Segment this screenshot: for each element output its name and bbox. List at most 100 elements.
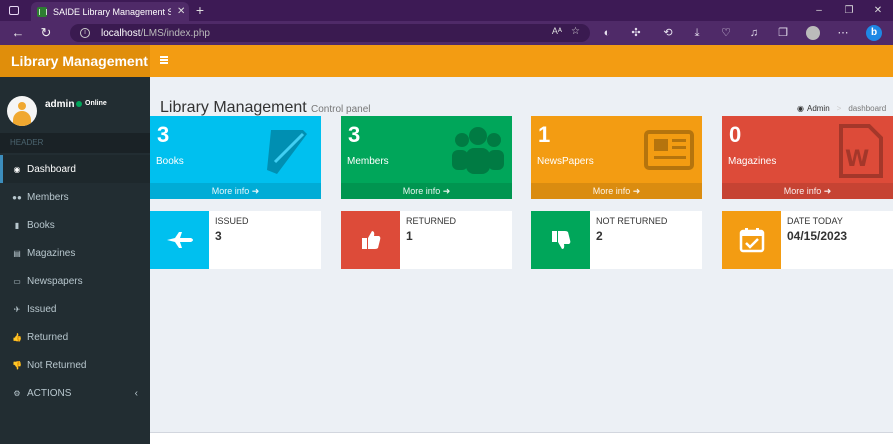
- refresh-icon[interactable]: ↻: [37, 24, 55, 42]
- favorite-star-icon[interactable]: ☆: [571, 26, 580, 37]
- more-menu-icon[interactable]: ⋯: [835, 25, 851, 41]
- browser-tab-bar: SAIDE Library Management Syste ✕ + – ❐ ✕: [0, 0, 893, 21]
- stat-box-members: 3 Members More info ➜: [341, 116, 512, 199]
- stat-box-newspapers: 1 NewsPapers More info ➜: [531, 116, 702, 199]
- chevron-left-icon[interactable]: ‹: [135, 388, 138, 399]
- sidebar-header: HEADER: [0, 133, 150, 153]
- newspaper-icon: [640, 122, 696, 178]
- sidebar-item-dashboard[interactable]: ◉ Dashboard: [0, 155, 150, 183]
- thumbs-up-icon: [341, 211, 400, 269]
- thumbs-up-icon: 👍: [12, 332, 22, 342]
- page-title: Library Management: [160, 99, 307, 116]
- new-tab-button[interactable]: +: [193, 2, 207, 19]
- extension-icon[interactable]: ◐: [599, 25, 615, 41]
- download-icon[interactable]: ⤓: [689, 25, 705, 41]
- sidebar-item-books[interactable]: ▮ Books: [0, 211, 150, 239]
- stat-count: 3: [348, 122, 361, 147]
- bing-icon[interactable]: b: [866, 25, 882, 41]
- sidebar-item-returned[interactable]: 👍 Returned: [0, 323, 150, 351]
- users-icon: ●●: [12, 192, 22, 202]
- sidebar-item-issued[interactable]: ✈ Issued: [0, 295, 150, 323]
- user-name: admin: [45, 99, 75, 110]
- sidebar-toggle-icon[interactable]: [160, 56, 168, 64]
- breadcrumb-separator: >: [836, 104, 842, 113]
- sidebar-item-label: Not Returned: [27, 359, 87, 371]
- page-footer: [150, 432, 893, 444]
- file-icon: ▤: [13, 248, 21, 258]
- window-menu-icon[interactable]: [4, 2, 24, 19]
- history-icon[interactable]: ⟲: [660, 25, 676, 41]
- notifications-icon[interactable]: ♫: [746, 25, 762, 41]
- sidebar-item-actions[interactable]: ⚙ ACTIONS ‹: [0, 379, 150, 407]
- stat-count: 1: [538, 122, 551, 147]
- app-logo[interactable]: Library Management: [0, 45, 150, 77]
- health-icon[interactable]: ♡: [718, 25, 734, 41]
- sidebar-item-label: Newspapers: [27, 275, 83, 287]
- stat-label: NewsPapers: [537, 156, 594, 167]
- stat-box-magazines: 0 Magazines W More info ➜: [722, 116, 893, 199]
- dashboard-icon: ◉: [797, 104, 804, 113]
- profile-avatar[interactable]: [806, 26, 820, 40]
- stat-box-books: 3 Books More info ➜: [150, 116, 321, 199]
- user-status-label: Online: [85, 100, 107, 107]
- word-file-icon: W: [831, 122, 887, 178]
- info-box-not-returned: NOT RETURNED 2: [531, 211, 702, 269]
- info-value: 3: [215, 229, 222, 243]
- url-field[interactable]: i localhost /LMS/index.php Aᴬ ☆: [70, 24, 590, 42]
- sidebar-item-newspapers[interactable]: ▭ Newspapers: [0, 267, 150, 295]
- info-label: RETURNED: [406, 216, 457, 226]
- site-info-icon[interactable]: i: [80, 28, 90, 38]
- svg-text:W: W: [845, 147, 869, 172]
- more-info-link[interactable]: More info ➜: [341, 183, 512, 199]
- more-info-link[interactable]: More info ➜: [722, 183, 893, 199]
- info-value: 04/15/2023: [787, 229, 848, 243]
- sidebar-item-label: Books: [27, 219, 55, 231]
- sidebar-item-members[interactable]: ●● Members: [0, 183, 150, 211]
- info-label: NOT RETURNED: [596, 216, 668, 226]
- avatar: [7, 96, 37, 126]
- sidebar-item-magazines[interactable]: ▤ Magazines: [0, 239, 150, 267]
- info-box-issued: ISSUED 3: [150, 211, 321, 269]
- read-aloud-icon[interactable]: Aᴬ: [552, 26, 562, 36]
- stat-count: 0: [729, 122, 742, 147]
- tab-title: SAIDE Library Management Syste: [53, 6, 171, 17]
- plane-icon: [150, 211, 209, 269]
- stat-count: 3: [157, 122, 170, 147]
- close-window-button[interactable]: ✕: [863, 0, 893, 21]
- stat-label: Magazines: [728, 156, 777, 167]
- sidebar-item-label: Issued: [27, 303, 57, 315]
- thumbs-down-icon: 👎: [12, 360, 22, 370]
- back-icon[interactable]: ←: [9, 24, 27, 42]
- info-value: 2: [596, 229, 603, 243]
- sidebar: admin Online HEADER ◉ Dashboard ●● Members ▮…: [0, 77, 150, 444]
- info-box-returned: RETURNED 1: [341, 211, 512, 269]
- sidebar-item-label: ACTIONS: [27, 387, 72, 399]
- sidebar-item-label: Dashboard: [27, 163, 76, 175]
- restore-button[interactable]: ❐: [834, 0, 864, 21]
- breadcrumb-home[interactable]: Admin: [807, 104, 830, 113]
- tab-close-icon[interactable]: ✕: [177, 6, 185, 17]
- puzzle-icon[interactable]: ✣: [628, 25, 644, 41]
- top-navbar: [150, 45, 893, 77]
- info-box-date-today: DATE TODAY 04/15/2023: [722, 211, 893, 269]
- users-icon: [450, 122, 506, 178]
- sidebar-item-label: Magazines: [27, 247, 76, 259]
- breadcrumb-current: dashboard: [848, 104, 887, 113]
- sidebar-item-not-returned[interactable]: 👎 Not Returned: [0, 351, 150, 379]
- browser-tab[interactable]: SAIDE Library Management Syste ✕: [31, 2, 189, 21]
- cogs-icon: ⚙: [13, 388, 21, 398]
- book-icon: ▮: [14, 220, 20, 230]
- dashboard-icon: ◉: [13, 164, 21, 174]
- breadcrumb: ◉ Admin > dashboard: [797, 104, 886, 113]
- more-info-link[interactable]: More info ➜: [150, 183, 321, 199]
- sidebar-item-label: Returned: [27, 331, 69, 343]
- more-info-link[interactable]: More info ➜: [531, 183, 702, 199]
- browser-address-bar: ← ↻ i localhost /LMS/index.php Aᴬ ☆ ◐ ✣ …: [0, 21, 893, 45]
- user-status: Online: [76, 100, 107, 107]
- collections-icon[interactable]: ❐: [775, 25, 791, 41]
- minimize-button[interactable]: –: [804, 0, 834, 21]
- info-value: 1: [406, 229, 413, 243]
- url-host: localhost: [101, 27, 141, 39]
- online-dot-icon: [76, 100, 82, 107]
- calendar-check-icon: [722, 211, 781, 269]
